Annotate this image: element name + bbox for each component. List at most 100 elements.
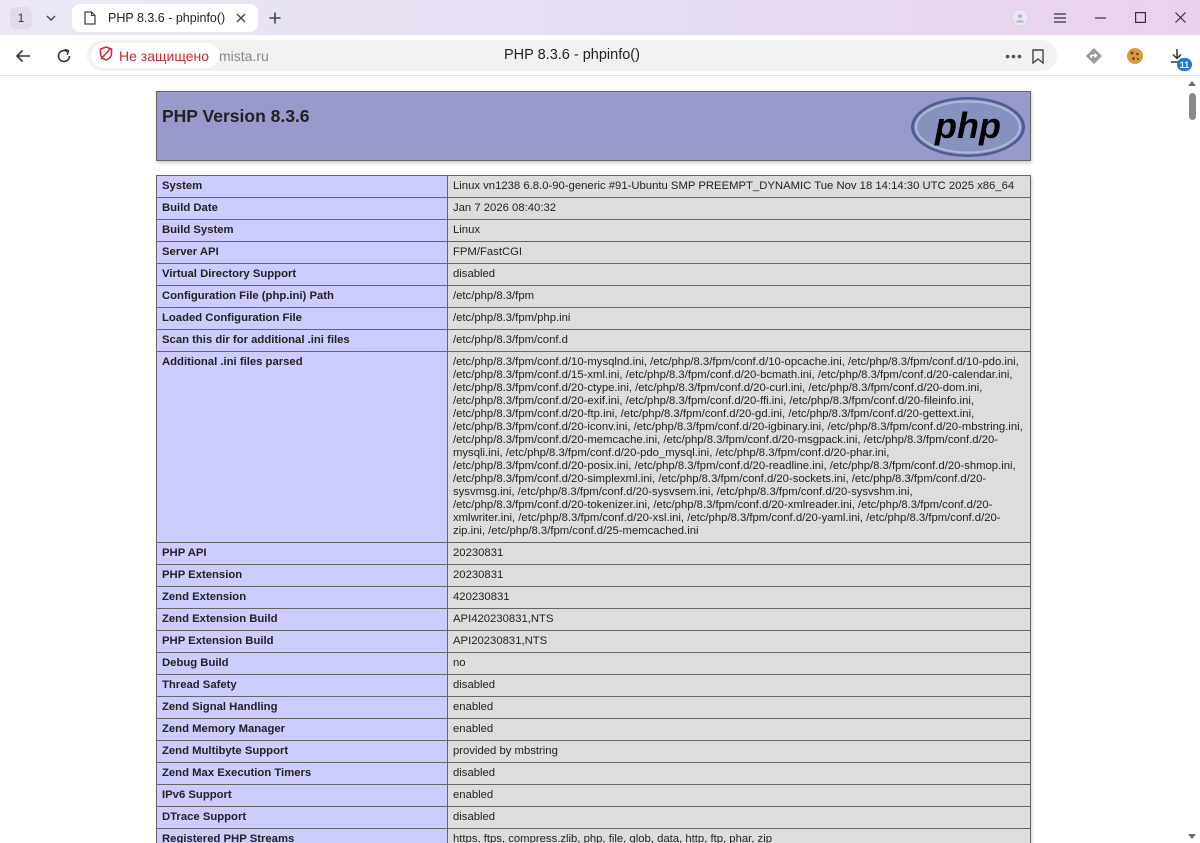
address-field[interactable]: Не защищено mista.ru PHP 8.3.6 - phpinfo… <box>87 40 1057 71</box>
setting-value: API20230831,NTS <box>447 630 1031 653</box>
setting-name: Zend Memory Manager <box>156 718 448 741</box>
setting-value: Linux <box>447 219 1031 242</box>
setting-name: Zend Extension <box>156 586 448 609</box>
table-row: Scan this dir for additional .ini files /… <box>156 329 1031 352</box>
setting-name: Loaded Configuration File <box>156 307 448 330</box>
shield-warning-icon <box>99 45 113 66</box>
table-row: Zend Extension Build API420230831,NTS <box>156 608 1031 631</box>
setting-value: provided by mbstring <box>447 740 1031 763</box>
setting-name: Registered PHP Streams <box>156 828 448 843</box>
downloads-badge: 11 <box>1177 58 1192 71</box>
profile-avatar[interactable] <box>1000 0 1040 35</box>
maximize-icon[interactable] <box>1120 0 1160 35</box>
scroll-down-arrow-icon[interactable] <box>1188 834 1196 839</box>
setting-value: disabled <box>447 806 1031 829</box>
toolbar: Не защищено mista.ru PHP 8.3.6 - phpinfo… <box>0 35 1200 76</box>
setting-name: Zend Signal Handling <box>156 696 448 719</box>
security-indicator[interactable]: Не защищено <box>91 43 219 68</box>
setting-value: API420230831,NTS <box>447 608 1031 631</box>
scroll-up-arrow-icon[interactable] <box>1188 81 1196 86</box>
setting-value: disabled <box>447 674 1031 697</box>
table-row: Zend Multibyte Support provided by mbstri… <box>156 740 1031 763</box>
tab-title: PHP 8.3.6 - phpinfo() <box>108 11 226 25</box>
php-logo[interactable]: php <box>910 96 1026 163</box>
phpinfo-table: System Linux vn1238 6.8.0-90-generic #91-… <box>156 175 1031 843</box>
menu-hamburger-icon[interactable] <box>1040 0 1080 35</box>
setting-value: /etc/php/8.3/fpm <box>447 285 1031 308</box>
setting-name: Build Date <box>156 197 448 220</box>
scroll-thumb[interactable] <box>1189 93 1196 120</box>
setting-value: Jan 7 2026 08:40:32 <box>447 197 1031 220</box>
table-row: PHP Extension Build API20230831,NTS <box>156 630 1031 653</box>
table-row: Zend Extension 420230831 <box>156 586 1031 609</box>
setting-value: /etc/php/8.3/fpm/conf.d/10-mysqlnd.ini, … <box>447 351 1031 543</box>
setting-name: Scan this dir for additional .ini files <box>156 329 448 352</box>
security-label: Не защищено <box>119 47 209 64</box>
setting-name: Additional .ini files parsed <box>156 351 448 543</box>
setting-name: PHP Extension Build <box>156 630 448 653</box>
setting-name: DTrace Support <box>156 806 448 829</box>
setting-name: PHP API <box>156 542 448 565</box>
window-controls <box>1000 0 1200 35</box>
tab-count-button[interactable]: 1 <box>10 7 32 29</box>
cookie-icon[interactable] <box>1122 43 1148 69</box>
setting-value: https, ftps, compress.zlib, php, file, g… <box>447 828 1031 843</box>
setting-name: Zend Multibyte Support <box>156 740 448 763</box>
user-icon <box>1011 8 1029 27</box>
reload-icon[interactable] <box>51 43 77 69</box>
new-tab-plus-icon[interactable] <box>264 7 286 29</box>
setting-value: enabled <box>447 696 1031 719</box>
php-logo-text: php <box>934 105 1001 146</box>
setting-name: Configuration File (php.ini) Path <box>156 285 448 308</box>
table-row: Debug Build no <box>156 652 1031 675</box>
table-row: Zend Memory Manager enabled <box>156 718 1031 741</box>
setting-name: Virtual Directory Support <box>156 263 448 286</box>
share-arrow-icon[interactable] <box>1081 43 1107 69</box>
table-row: Server API FPM/FastCGI <box>156 241 1031 264</box>
setting-name: PHP Extension <box>156 564 448 587</box>
table-row: IPv6 Support enabled <box>156 784 1031 807</box>
vertical-scrollbar[interactable] <box>1185 77 1200 843</box>
window-close-icon[interactable] <box>1160 0 1200 35</box>
phpinfo-header: PHP Version 8.3.6 php <box>156 91 1031 161</box>
setting-name: IPv6 Support <box>156 784 448 807</box>
tab-strip: 1 PHP 8.3.6 - phpinfo() <box>0 0 1200 35</box>
more-dots-icon[interactable]: ••• <box>1003 45 1025 67</box>
setting-name: Thread Safety <box>156 674 448 697</box>
setting-name: Zend Extension Build <box>156 608 448 631</box>
page-viewport: PHP Version 8.3.6 php System Linux vn1238… <box>0 77 1185 843</box>
bookmark-icon[interactable] <box>1027 45 1049 67</box>
active-tab[interactable]: PHP 8.3.6 - phpinfo() <box>72 4 258 32</box>
table-row: DTrace Support disabled <box>156 806 1031 829</box>
table-row: Thread Safety disabled <box>156 674 1031 697</box>
table-row: PHP Extension 20230831 <box>156 564 1031 587</box>
table-row: Build Date Jan 7 2026 08:40:32 <box>156 197 1031 220</box>
back-arrow-icon[interactable] <box>10 43 36 69</box>
setting-name: Debug Build <box>156 652 448 675</box>
setting-value: enabled <box>447 784 1031 807</box>
setting-name: Build System <box>156 219 448 242</box>
downloads-icon[interactable]: 11 <box>1164 43 1192 71</box>
table-row: Additional .ini files parsed/etc/php/8.3… <box>156 351 1031 543</box>
minimize-icon[interactable] <box>1080 0 1120 35</box>
setting-value: enabled <box>447 718 1031 741</box>
setting-name: Zend Max Execution Timers <box>156 762 448 785</box>
table-row: Virtual Directory Support disabled <box>156 263 1031 286</box>
setting-name: System <box>156 175 448 198</box>
setting-value: 20230831 <box>447 542 1031 565</box>
setting-value: /etc/php/8.3/fpm/conf.d <box>447 329 1031 352</box>
setting-value: FPM/FastCGI <box>447 241 1031 264</box>
close-tab-icon[interactable] <box>230 7 252 29</box>
php-version-heading: PHP Version 8.3.6 <box>162 106 310 126</box>
setting-value: Linux vn1238 6.8.0-90-generic #91-Ubuntu… <box>447 175 1031 198</box>
tab-list-chevron-icon[interactable] <box>40 7 62 29</box>
document-icon <box>84 10 98 26</box>
table-row: Build System Linux <box>156 219 1031 242</box>
table-row: Registered PHP Streams https, ftps, compr… <box>156 828 1031 843</box>
url-domain: mista.ru <box>219 48 269 64</box>
setting-value: /etc/php/8.3/fpm/php.ini <box>447 307 1031 330</box>
table-row: Zend Signal Handling enabled <box>156 696 1031 719</box>
setting-value: 20230831 <box>447 564 1031 587</box>
setting-value: disabled <box>447 762 1031 785</box>
table-row: Loaded Configuration File/etc/php/8.3/fp… <box>156 307 1031 330</box>
